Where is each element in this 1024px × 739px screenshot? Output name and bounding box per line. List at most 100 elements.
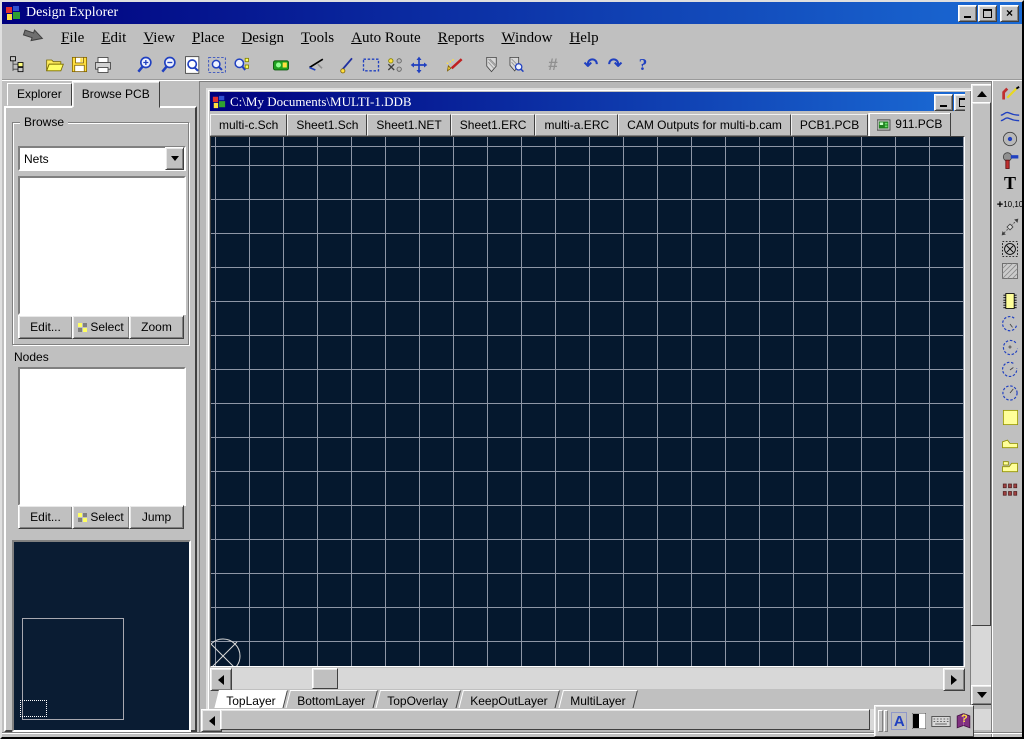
menu-edit[interactable]: Edit: [101, 30, 126, 47]
via-icon[interactable]: [997, 150, 1023, 172]
keyboard-icon[interactable]: [931, 711, 951, 731]
contrast-mask-icon[interactable]: [910, 711, 928, 731]
polygon-shield-zoom-icon[interactable]: [503, 53, 527, 77]
string-text-icon[interactable]: T: [997, 172, 1023, 194]
undo-icon[interactable]: ↶: [579, 53, 603, 77]
minimap-viewport-rect[interactable]: [20, 700, 47, 717]
nets-zoom-button[interactable]: Zoom: [129, 315, 184, 339]
text-style-icon[interactable]: A: [891, 712, 907, 730]
doc-tab-911-pcb[interactable]: 911.PCB: [868, 113, 951, 136]
doc-minimize-button[interactable]: [934, 94, 953, 111]
workspace-vscroll-thumb[interactable]: [971, 102, 991, 626]
tab-explorer[interactable]: Explorer: [7, 83, 72, 106]
doc-tab-multi-c-sch[interactable]: multi-c.Sch: [210, 114, 287, 136]
doc-tab-sheet1-erc[interactable]: Sheet1.ERC: [451, 114, 536, 136]
pad-array-icon[interactable]: [997, 479, 1023, 501]
arc-center-icon[interactable]: [997, 336, 1023, 358]
menu-tools[interactable]: Tools: [301, 30, 334, 47]
nodes-edit-button[interactable]: Edit...: [18, 505, 73, 529]
full-circle-icon[interactable]: [997, 382, 1023, 404]
menu-view[interactable]: View: [143, 30, 175, 47]
doc-tab-sheet1-net[interactable]: Sheet1.NET: [367, 114, 450, 136]
scroll-right-button[interactable]: [943, 668, 965, 691]
layer-tab-topoverlay[interactable]: TopOverlay: [374, 690, 461, 708]
arc-edge-icon[interactable]: [997, 313, 1023, 335]
workspace-vertical-scrollbar[interactable]: [971, 84, 991, 705]
layer-tab-bottomlayer[interactable]: BottomLayer: [284, 690, 378, 708]
split-plane-icon[interactable]: [997, 454, 1023, 476]
pcb-canvas[interactable]: [211, 137, 964, 666]
nodes-select-button[interactable]: Select: [72, 505, 130, 529]
dropdown-arrow-icon[interactable]: [165, 147, 184, 170]
tab-browse-pcb[interactable]: Browse PCB: [72, 81, 160, 108]
menu-place[interactable]: Place: [192, 30, 224, 47]
zoom-selection-icon[interactable]: [229, 53, 253, 77]
workspace-hscroll-thumb[interactable]: [220, 709, 870, 730]
menu-help[interactable]: Help: [569, 30, 598, 47]
dimension-icon[interactable]: [997, 216, 1023, 238]
toggle-grid-icon[interactable]: #: [541, 53, 565, 77]
redo-icon[interactable]: ↷: [603, 53, 627, 77]
pad-icon[interactable]: [997, 128, 1023, 150]
deselect-all-icon[interactable]: [383, 53, 407, 77]
fill-icon[interactable]: [997, 406, 1023, 428]
menu-grip-arrow-icon[interactable]: [20, 26, 46, 50]
node-list[interactable]: [18, 367, 186, 506]
zoom-in-icon[interactable]: [133, 53, 157, 77]
doc-restore-button[interactable]: [954, 94, 965, 111]
nodes-jump-button[interactable]: Jump: [129, 505, 184, 529]
select-area-icon[interactable]: [359, 53, 383, 77]
layer-tab-multilayer[interactable]: MultiLayer: [557, 690, 638, 708]
interactive-routing-icon[interactable]: [997, 84, 1023, 106]
browse-filter-dropdown[interactable]: Nets: [18, 146, 186, 171]
workspace-scroll-up-button[interactable]: [971, 84, 993, 104]
app-titlebar[interactable]: Design Explorer ×: [2, 2, 1022, 24]
doc-tab-sheet1-sch[interactable]: Sheet1.Sch: [287, 114, 367, 136]
toolbar-grip[interactable]: [878, 710, 883, 732]
board-minimap[interactable]: [12, 540, 191, 732]
layer-tab-keepoutlayer[interactable]: KeepOutLayer: [457, 690, 560, 708]
wire-cutter-icon[interactable]: [305, 53, 329, 77]
autoroute-wand-icon[interactable]: [443, 53, 467, 77]
doc-tab-multi-a-erc[interactable]: multi-a.ERC: [535, 114, 618, 136]
canvas-hscroll-thumb[interactable]: [312, 668, 338, 689]
canvas-horizontal-scrollbar[interactable]: [210, 668, 965, 689]
component-icon[interactable]: [997, 290, 1023, 312]
doc-tab-cam-outputs[interactable]: CAM Outputs for multi-b.cam: [618, 114, 791, 136]
workspace-scroll-left-button[interactable]: [201, 709, 222, 732]
menu-file[interactable]: File: [61, 30, 84, 47]
polygon-shield-icon[interactable]: [479, 53, 503, 77]
scroll-left-button[interactable]: [210, 668, 232, 691]
workspace-scroll-down-button[interactable]: [971, 685, 993, 705]
doc-tab-pcb1-pcb[interactable]: PCB1.PCB: [791, 114, 868, 136]
menu-design[interactable]: Design: [241, 30, 284, 47]
print-icon[interactable]: [91, 53, 115, 77]
nets-select-button[interactable]: Select: [72, 315, 130, 339]
document-titlebar[interactable]: C:\My Documents\MULTI-1.DDB: [210, 92, 965, 111]
move-selection-icon[interactable]: [407, 53, 431, 77]
toolbar-grip[interactable]: [884, 710, 889, 732]
highlight-net-icon[interactable]: [335, 53, 359, 77]
multi-trace-icon[interactable]: [997, 106, 1023, 128]
hatched-fill-icon[interactable]: [997, 260, 1023, 282]
keepout-icon[interactable]: [997, 238, 1023, 260]
save-document-icon[interactable]: [67, 53, 91, 77]
open-document-icon[interactable]: [43, 53, 67, 77]
menu-reports[interactable]: Reports: [438, 30, 485, 47]
close-button[interactable]: ×: [1000, 5, 1019, 22]
menu-auto-route[interactable]: Auto Route: [351, 30, 421, 47]
zoom-area-icon[interactable]: [205, 53, 229, 77]
help-book-icon[interactable]: ?: [954, 711, 973, 731]
minimize-button[interactable]: [958, 5, 977, 22]
polygon-plane-icon[interactable]: [997, 430, 1023, 452]
restore-button[interactable]: [978, 5, 997, 22]
explorer-panel-toggle-icon[interactable]: [6, 53, 30, 77]
coordinate-marker-icon[interactable]: +10,10: [997, 194, 1023, 216]
arc-any-angle-icon[interactable]: [997, 359, 1023, 381]
nets-edit-button[interactable]: Edit...: [18, 315, 73, 339]
help-icon[interactable]: ?: [631, 53, 655, 77]
cross-probe-icon[interactable]: [269, 53, 293, 77]
layer-tab-toplayer[interactable]: TopLayer: [213, 690, 288, 708]
zoom-document-icon[interactable]: [181, 53, 205, 77]
zoom-out-icon[interactable]: [157, 53, 181, 77]
